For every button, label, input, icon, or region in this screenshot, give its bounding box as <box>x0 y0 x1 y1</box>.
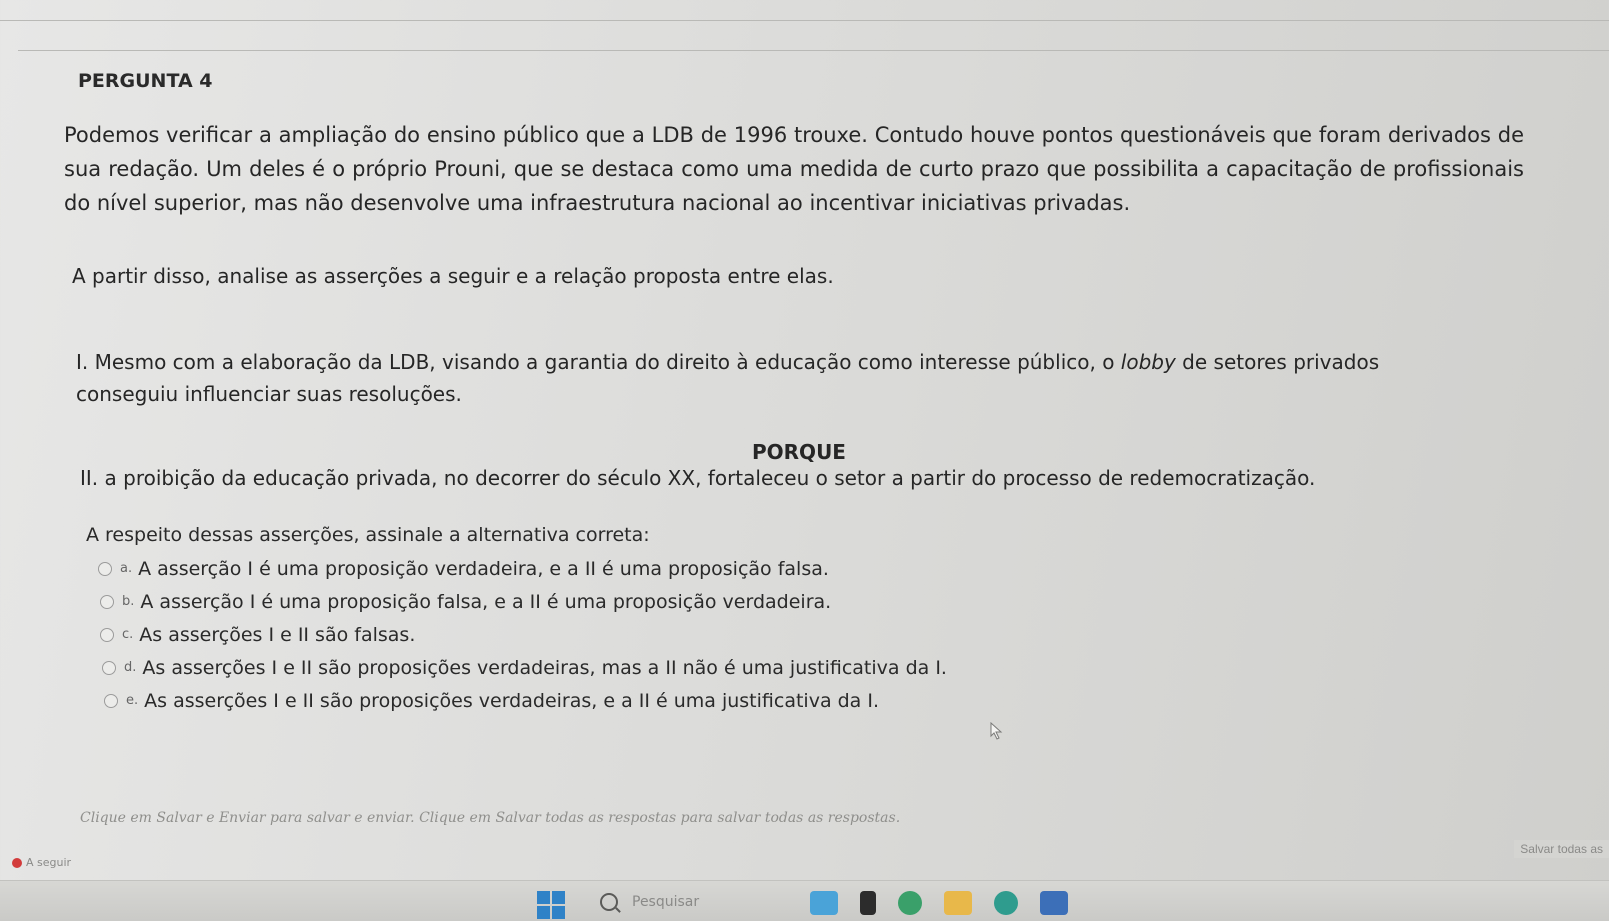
option-a[interactable]: a. A asserção I é uma proposição verdade… <box>98 552 947 585</box>
app-icon[interactable] <box>1040 891 1068 915</box>
save-all-button[interactable]: Salvar todas as <box>1514 840 1609 858</box>
alert-dot-icon <box>12 858 22 868</box>
assertion-2: II. a proibição da educação privada, no … <box>80 466 1316 490</box>
option-text: A asserção I é uma proposição verdadeira… <box>138 557 829 580</box>
search-placeholder: Pesquisar <box>632 894 700 910</box>
radio-button[interactable] <box>98 561 112 576</box>
porque-label: PORQUE <box>752 440 846 464</box>
option-text: As asserções I e II são falsas. <box>139 623 416 646</box>
divider <box>0 20 1609 21</box>
next-link[interactable]: A seguir <box>12 856 71 869</box>
next-label: A seguir <box>26 856 72 869</box>
footer-hint: Clique em Salvar e Enviar para salvar e … <box>80 810 901 826</box>
question-label: PERGUNTA 4 <box>78 70 213 92</box>
assertion-1-italic: lobby <box>1120 350 1176 374</box>
assertion-1-text: I. Mesmo com a elaboração da LDB, visand… <box>76 350 1121 374</box>
radio-button[interactable] <box>100 627 114 642</box>
search-icon <box>600 893 618 911</box>
instruction-text: A partir disso, analise as asserções a s… <box>72 264 834 288</box>
taskbar-search[interactable]: Pesquisar <box>600 889 699 915</box>
divider <box>18 50 1609 51</box>
option-letter: b. <box>122 594 135 609</box>
option-c[interactable]: c. As asserções I e II são falsas. <box>100 618 947 651</box>
app-icon[interactable] <box>898 891 922 915</box>
widget-icon[interactable] <box>810 891 838 915</box>
taskbar-apps <box>810 891 1068 915</box>
option-letter: e. <box>126 693 139 708</box>
radio-button[interactable] <box>104 693 118 708</box>
option-d[interactable]: d. As asserções I e II são proposições v… <box>102 651 947 684</box>
radio-button[interactable] <box>102 660 116 675</box>
mouse-cursor-icon <box>990 722 1003 740</box>
browser-icon[interactable] <box>994 891 1018 915</box>
windows-start-icon[interactable] <box>537 891 565 919</box>
option-letter: a. <box>120 561 133 576</box>
radio-button[interactable] <box>100 594 114 609</box>
option-e[interactable]: e. As asserções I e II são proposições v… <box>104 684 947 717</box>
answer-options: a. A asserção I é uma proposição verdade… <box>98 552 947 717</box>
app-icon[interactable] <box>860 891 876 915</box>
option-b[interactable]: b. A asserção I é uma proposição falsa, … <box>100 585 947 618</box>
question-body: Podemos verificar a ampliação do ensino … <box>64 123 1524 215</box>
option-text: As asserções I e II são proposições verd… <box>144 689 880 712</box>
browser-page: PERGUNTA 4 Podemos verificar a ampliação… <box>0 0 1609 921</box>
option-letter: d. <box>124 660 137 675</box>
question-prompt: A respeito dessas asserções, assinale a … <box>86 524 650 546</box>
folder-icon[interactable] <box>944 891 972 915</box>
assertion-1: I. Mesmo com a elaboração da LDB, visand… <box>76 346 1406 410</box>
option-text: As asserções I e II são proposições verd… <box>142 656 947 679</box>
option-text: A asserção I é uma proposição falsa, e a… <box>140 590 832 613</box>
option-letter: c. <box>122 627 134 642</box>
taskbar: Pesquisar <box>0 880 1609 921</box>
